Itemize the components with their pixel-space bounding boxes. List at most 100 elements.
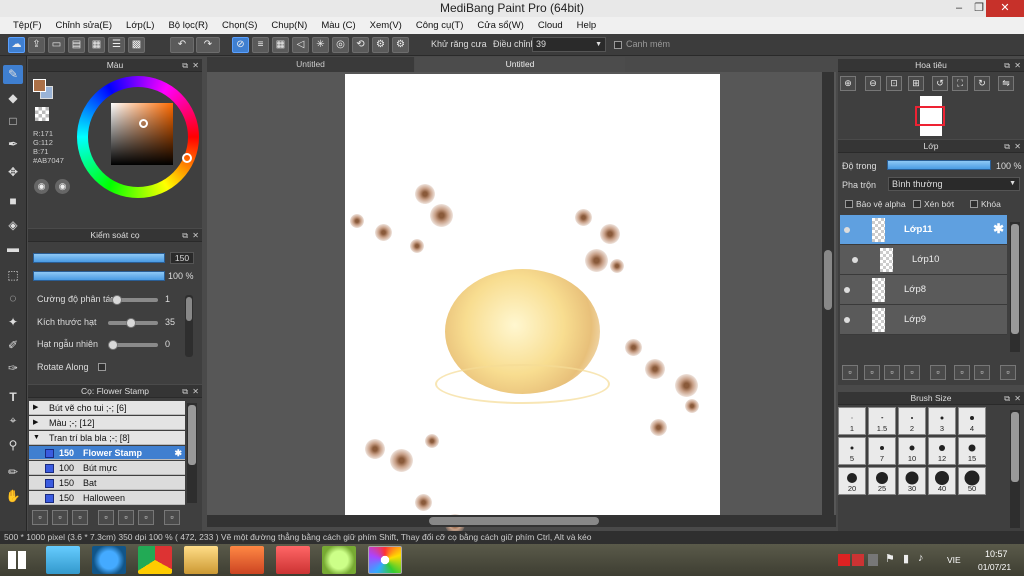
- lasso-tool-icon[interactable]: ◌: [3, 289, 23, 308]
- menu-color[interactable]: Màu (C): [314, 20, 362, 31]
- zoom-in-icon[interactable]: ⊕: [840, 76, 856, 91]
- ie-icon[interactable]: [92, 546, 126, 574]
- brush-size-item[interactable]: 1: [838, 407, 866, 435]
- float-icon[interactable]: ⧉: [1004, 140, 1010, 153]
- new-brush-icon[interactable]: ▫: [52, 510, 68, 525]
- brush-add-icon[interactable]: ▫: [72, 510, 88, 525]
- layer-opacity-slider[interactable]: [887, 160, 991, 170]
- tab-untitled-2[interactable]: Untitled: [415, 57, 625, 72]
- divide-tool-icon[interactable]: ⌖: [3, 411, 23, 430]
- tray-icon-3[interactable]: [868, 554, 878, 566]
- snap-perspective-icon[interactable]: ◁: [292, 37, 309, 53]
- network-icon[interactable]: ▮: [903, 552, 909, 565]
- protect-alpha-checkbox[interactable]: [845, 200, 853, 208]
- menu-file[interactable]: Tệp(F): [6, 20, 49, 31]
- menu-help[interactable]: Help: [570, 20, 604, 31]
- layer-list-scrollbar[interactable]: [1010, 222, 1020, 352]
- foreground-color-swatch[interactable]: [33, 79, 46, 92]
- start-icon[interactable]: [8, 551, 26, 569]
- settings-icon[interactable]: ⚙: [392, 37, 409, 53]
- rotate-left-icon[interactable]: ↺: [932, 76, 948, 91]
- bucket-tool-icon[interactable]: ◈: [3, 216, 23, 235]
- brush-category[interactable]: ▶ Bút vẽ cho tui ;-; [6]: [29, 401, 185, 415]
- menu-tools[interactable]: Công cụ(T): [409, 20, 471, 31]
- brush-size-item[interactable]: 2: [898, 407, 926, 435]
- cloud-icon[interactable]: ☁: [8, 37, 25, 53]
- pen-tool-icon[interactable]: ✒: [3, 135, 23, 154]
- brush-item[interactable]: 150 Halloween: [29, 491, 185, 505]
- brush-control-scrollbar[interactable]: [185, 295, 193, 357]
- trash-icon[interactable]: ▫: [1000, 365, 1016, 380]
- layer-row[interactable]: Lớp9: [840, 305, 1007, 335]
- palette-add-icon[interactable]: ◉: [55, 179, 70, 194]
- select-pen-tool-icon[interactable]: ✐: [3, 336, 23, 355]
- folder-icon[interactable]: ▫: [930, 365, 946, 380]
- grid-icon[interactable]: ▩: [128, 37, 145, 53]
- flip-icon[interactable]: ⇋: [998, 76, 1014, 91]
- navigator-thumbnail[interactable]: [915, 96, 945, 136]
- brush-item[interactable]: 150 Bat: [29, 476, 185, 490]
- brush-size-slider[interactable]: [33, 253, 165, 263]
- settings-gear-icon[interactable]: ⚙: [372, 37, 389, 53]
- brush-size-scrollbar[interactable]: [1010, 410, 1020, 528]
- rotate-along-checkbox[interactable]: [98, 363, 106, 371]
- tab-untitled-1[interactable]: Untitled: [207, 57, 414, 72]
- close-icon[interactable]: ✕: [192, 59, 199, 72]
- brush-size-item[interactable]: 1.5: [868, 407, 896, 435]
- sv-picker-handle[interactable]: [139, 119, 148, 128]
- expand-arrow-icon[interactable]: ▶: [33, 416, 38, 430]
- comment-icon[interactable]: ▭: [48, 37, 65, 53]
- float-icon[interactable]: ⧉: [182, 59, 188, 72]
- fullscreen-icon[interactable]: ⛶: [952, 76, 968, 91]
- tray-icon-2[interactable]: [852, 554, 864, 566]
- new-layer-add-icon[interactable]: ▫: [884, 365, 900, 380]
- eye-icon[interactable]: [852, 257, 858, 263]
- brush-copy-icon[interactable]: ▫: [98, 510, 114, 525]
- brush-size-item[interactable]: 30: [898, 467, 926, 495]
- share-icon[interactable]: ⇪: [28, 37, 45, 53]
- brush-size-item[interactable]: 4: [958, 407, 986, 435]
- zalo-icon[interactable]: [322, 546, 356, 574]
- clock-date[interactable]: 01/07/21: [978, 562, 1011, 572]
- rect-select-tool-icon[interactable]: □: [3, 112, 23, 131]
- duplicate-icon[interactable]: ▫: [138, 510, 154, 525]
- folder-icon[interactable]: ▫: [118, 510, 134, 525]
- bluestacks-icon[interactable]: [46, 546, 80, 574]
- brush-size-item[interactable]: 12: [928, 437, 956, 465]
- close-icon[interactable]: ✕: [1014, 59, 1021, 72]
- eraser-tool-icon[interactable]: ◆: [3, 89, 23, 108]
- eyedropper-tool-icon[interactable]: ✏: [3, 463, 23, 482]
- text-tool-icon[interactable]: T: [3, 388, 23, 407]
- brush-category[interactable]: ▶ Màu ;-; [12]: [29, 416, 185, 430]
- fill-rect-tool-icon[interactable]: ■: [3, 192, 23, 211]
- drawing-canvas[interactable]: [345, 74, 720, 534]
- lock-checkbox[interactable]: [970, 200, 978, 208]
- folder-add-icon[interactable]: ▫: [32, 510, 48, 525]
- brush-size-item[interactable]: 25: [868, 467, 896, 495]
- brush-size-value[interactable]: 150: [170, 252, 194, 264]
- float-icon[interactable]: ⧉: [182, 229, 188, 242]
- palette-icon[interactable]: ◉: [34, 179, 49, 194]
- snap-off-icon[interactable]: ⊘: [232, 37, 249, 53]
- zoom-out-icon[interactable]: ⊖: [865, 76, 881, 91]
- chat-icon[interactable]: ▤: [68, 37, 85, 53]
- edge-checkbox[interactable]: [614, 41, 622, 49]
- snap-parallel-icon[interactable]: ≡: [252, 37, 269, 53]
- eye-icon[interactable]: [844, 317, 850, 323]
- param-knob[interactable]: [126, 318, 136, 328]
- rotate-right-icon[interactable]: ↻: [974, 76, 990, 91]
- brush-size-item[interactable]: 7: [868, 437, 896, 465]
- canvas-horizontal-scrollbar[interactable]: [207, 515, 836, 527]
- actual-size-icon[interactable]: ⊞: [908, 76, 924, 91]
- brush-size-item[interactable]: 10: [898, 437, 926, 465]
- trash-icon[interactable]: ▫: [164, 510, 180, 525]
- brush-size-item[interactable]: 15: [958, 437, 986, 465]
- new-layer-icon[interactable]: ▫: [842, 365, 858, 380]
- brush-size-item[interactable]: 5: [838, 437, 866, 465]
- menu-filter[interactable]: Bộ lọc(R): [161, 20, 215, 31]
- menu-cloud[interactable]: Cloud: [531, 20, 570, 31]
- select-tool-icon[interactable]: ⬚: [3, 266, 23, 285]
- duplicate-icon[interactable]: ▫: [954, 365, 970, 380]
- snap-circle-icon[interactable]: ◎: [332, 37, 349, 53]
- menu-view[interactable]: Xem(V): [363, 20, 409, 31]
